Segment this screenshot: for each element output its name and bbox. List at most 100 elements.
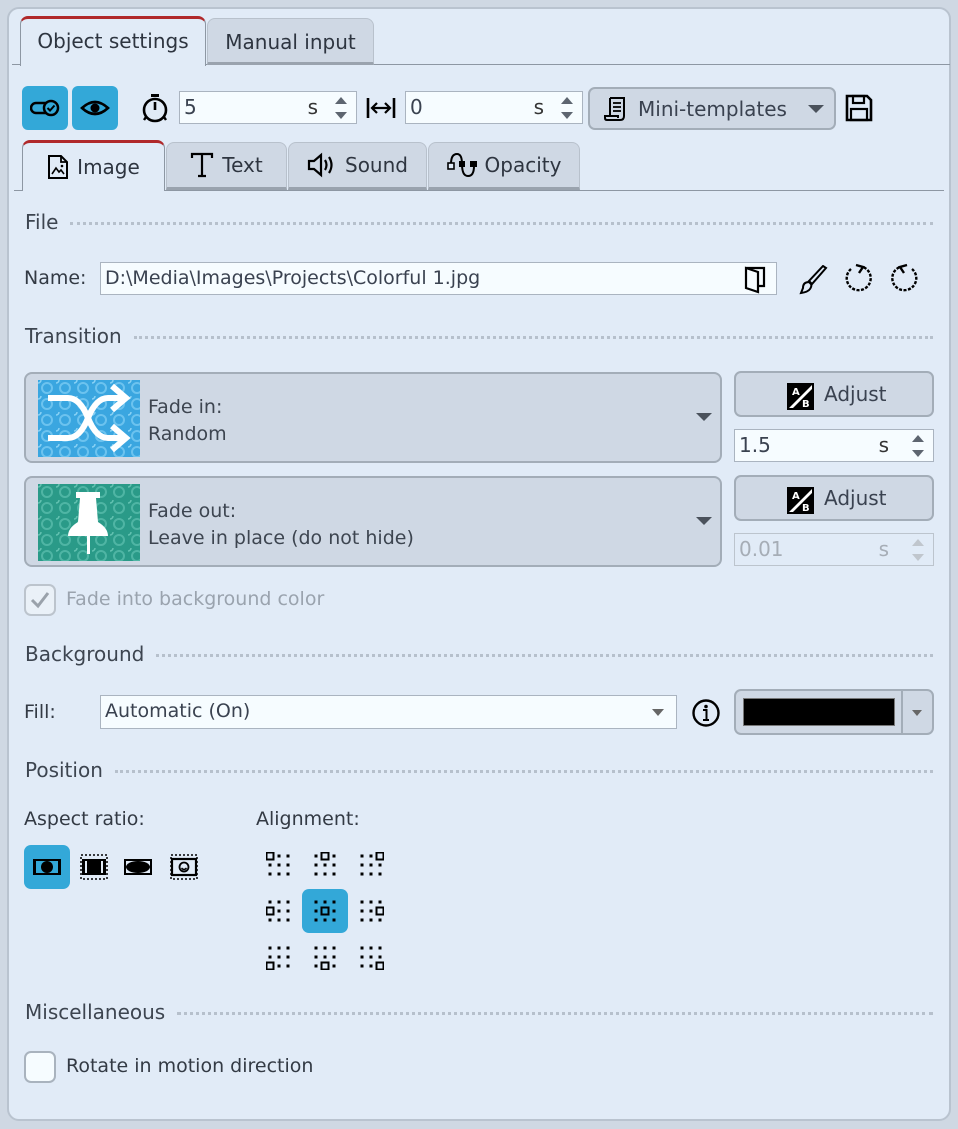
fade-in-duration-spinner[interactable] [911,435,925,457]
align-top-right-button[interactable] [348,843,394,887]
name-label: Name: [24,267,87,289]
top-tab-bar: Object settings Manual input [12,16,950,66]
floppy-disk-icon[interactable] [845,94,873,122]
width-arrows-icon [366,98,396,118]
align-bottom-left-button[interactable] [256,935,302,979]
tab-sound[interactable]: Sound [288,142,427,190]
fade-out-duration-spinner[interactable] [911,539,925,561]
duration-value: 5 [184,95,197,119]
tab-opacity[interactable]: Opacity [428,142,580,190]
rotate-left-icon[interactable] [843,263,875,295]
shuffle-icon [38,380,140,457]
aspect-original-button[interactable] [164,845,204,889]
align-middle-right-button[interactable] [348,889,394,933]
section-position-title: Position [25,758,103,782]
fade-in-dropdown[interactable]: Fade in: Random [24,372,722,463]
stopwatch-icon [142,94,168,123]
section-transition-title: Transition [25,324,122,348]
aspect-stretch-button[interactable] [118,845,158,889]
align-middle-right-icon [360,900,384,922]
fill-select-value: Automatic (On) [105,700,251,722]
tab-sound-label: Sound [345,153,408,177]
original-size-icon [170,854,198,880]
fade-out-text: Fade out: Leave in place (do not hide) [148,498,414,552]
file-name-input[interactable]: D:\Media\Images\Projects\Colorful 1.jpg [100,262,777,295]
opacity-curve-icon [446,152,477,178]
offset-input[interactable]: 0 s [405,91,583,124]
fade-in-duration-input[interactable]: 1.5 s [734,429,934,462]
duration-spinner[interactable] [334,97,348,119]
align-middle-left-icon [266,900,290,922]
align-bottom-right-button[interactable] [348,935,394,979]
rotate-motion-checkbox[interactable] [24,1051,56,1083]
fill-select[interactable]: Automatic (On) [100,695,677,729]
paintbrush-icon[interactable] [799,265,829,295]
section-misc-title: Miscellaneous [25,1000,166,1024]
fade-out-duration-input[interactable]: 0.01 s [734,533,934,566]
tab-manual-input[interactable]: Manual input [207,18,374,65]
svg-text:A: A [792,387,800,398]
section-miscellaneous: Miscellaneous [25,1000,933,1024]
toggle-check-icon [30,99,60,117]
fade-bg-label: Fade into background color [66,588,325,610]
tab-text[interactable]: Text [166,142,287,190]
fade-out-adjust-label: Adjust [824,486,887,510]
ab-transition-icon: A B [787,487,814,514]
checkmark-icon [30,592,50,609]
svg-text:A: A [792,491,800,502]
chevron-down-icon [696,413,712,421]
aspect-ratio-label: Aspect ratio: [24,808,145,830]
fit-icon [33,859,61,875]
duration-input[interactable]: 5 s [179,91,357,124]
chevron-down-icon [652,709,664,716]
speaker-icon [307,152,333,178]
fade-in-adjust-button[interactable]: A B Adjust [734,371,934,417]
align-bottom-right-icon [360,946,384,970]
align-bottom-left-icon [266,946,290,970]
eye-icon [80,100,110,116]
aspect-fill-button[interactable] [74,845,114,889]
fade-out-duration-unit: s [878,537,889,561]
fade-out-dropdown[interactable]: Fade out: Leave in place (do not hide) [24,476,722,567]
fade-bg-checkbox[interactable] [24,584,56,616]
section-transition: Transition [25,324,933,348]
align-top-left-button[interactable] [256,843,302,887]
background-color-picker[interactable] [734,689,934,735]
align-top-center-button[interactable] [302,843,348,887]
fade-out-value: Leave in place (do not hide) [148,527,414,549]
image-file-icon [48,155,69,179]
fade-out-adjust-button[interactable]: A B Adjust [734,475,934,521]
open-folder-icon[interactable] [744,266,766,294]
chevron-down-icon [696,517,712,525]
section-background-title: Background [25,642,145,666]
visibility-button[interactable] [72,86,118,130]
scroll-icon [604,97,625,121]
align-middle-left-button[interactable] [256,889,302,933]
aspect-fit-button[interactable] [24,845,70,889]
align-center-button[interactable] [302,889,348,933]
rotate-right-icon[interactable] [888,263,920,295]
svg-text:B: B [802,503,810,514]
fade-out-title: Fade out: [148,500,237,522]
tab-object-settings[interactable]: Object settings [20,16,206,66]
info-icon[interactable] [691,698,721,728]
tab-image[interactable]: Image [22,140,165,191]
offset-unit: s [533,95,544,119]
pushpin-icon [38,484,140,561]
fade-in-text: Fade in: Random [148,394,227,448]
fill-label: Fill: [24,701,56,723]
toggle-object-button[interactable] [22,86,68,130]
rotate-motion-label: Rotate in motion direction [66,1055,314,1077]
section-position: Position [25,758,933,782]
align-bottom-center-button[interactable] [302,935,348,979]
mini-templates-dropdown[interactable]: Mini-templates [588,87,836,130]
offset-spinner[interactable] [560,97,574,119]
align-top-right-icon [360,852,384,876]
align-top-center-icon [314,852,336,876]
text-icon [191,152,214,178]
duration-unit: s [307,95,318,119]
align-bottom-center-icon [314,946,336,970]
tab-image-label: Image [77,155,140,179]
section-file-title: File [25,210,59,234]
tab-opacity-label: Opacity [484,153,562,177]
